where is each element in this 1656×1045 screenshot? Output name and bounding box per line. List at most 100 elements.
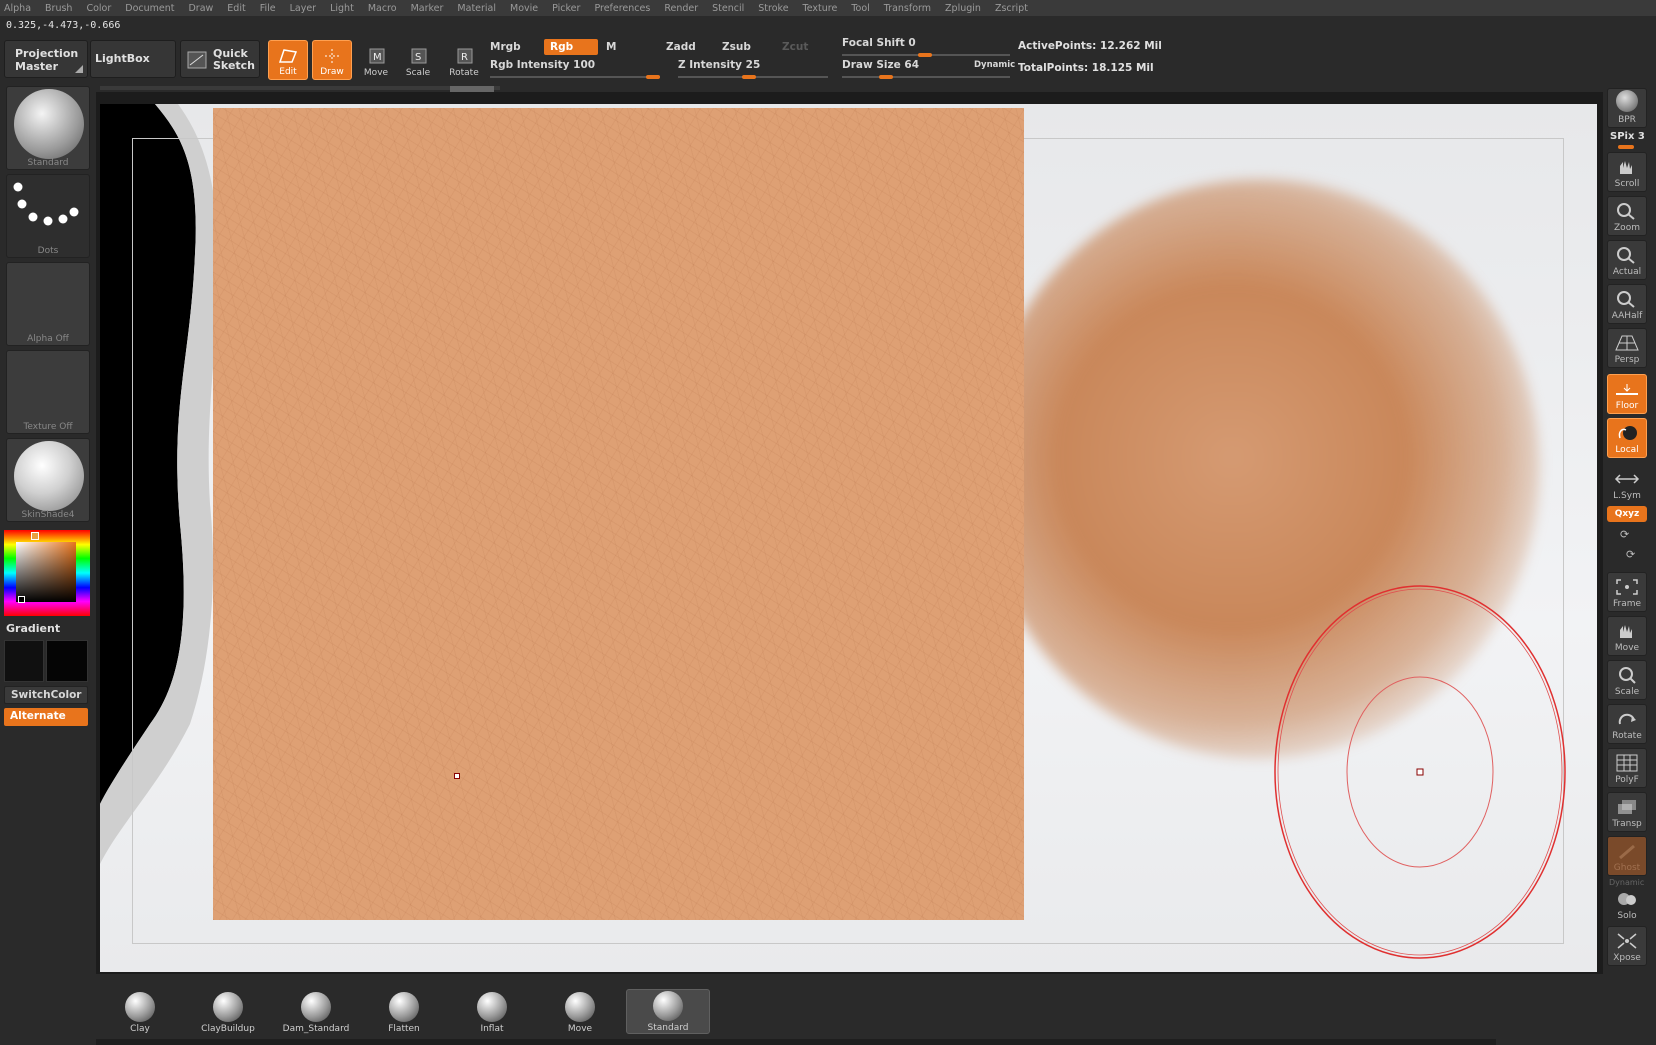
- scroll-button[interactable]: Scroll: [1607, 152, 1647, 192]
- menu-brush[interactable]: Brush: [45, 3, 72, 14]
- menu-color[interactable]: Color: [86, 3, 111, 14]
- texture-slot[interactable]: Texture Off: [6, 350, 90, 434]
- menu-macro[interactable]: Macro: [368, 3, 397, 14]
- bpr-button[interactable]: BPR: [1607, 88, 1647, 128]
- rgb-intensity-slider-label[interactable]: Rgb Intensity 100: [490, 59, 595, 71]
- xpose-button[interactable]: Xpose: [1607, 926, 1647, 966]
- menu-stroke[interactable]: Stroke: [758, 3, 788, 14]
- scale-view-button[interactable]: Scale: [1607, 660, 1647, 700]
- menu-preferences[interactable]: Preferences: [594, 3, 650, 14]
- projection-master-button[interactable]: Projection Master: [4, 40, 88, 78]
- rotate-tool-button[interactable]: R Rotate: [444, 40, 484, 80]
- alpha-slot[interactable]: Alpha Off: [6, 262, 90, 346]
- solo-button[interactable]: Solo: [1607, 884, 1647, 924]
- menu-file[interactable]: File: [260, 3, 276, 14]
- z-intensity-knob[interactable]: [742, 75, 756, 79]
- local-button[interactable]: Local: [1607, 418, 1647, 458]
- zsub-button[interactable]: Zsub: [716, 39, 772, 55]
- lsym-button[interactable]: L.Sym: [1607, 464, 1647, 504]
- draw-size-slider-label[interactable]: Draw Size 64: [842, 59, 919, 71]
- focal-shift-knob[interactable]: [918, 53, 932, 57]
- rgb-intensity-knob[interactable]: [646, 75, 660, 79]
- stroke-slot[interactable]: Dots: [6, 174, 90, 258]
- document-canvas[interactable]: [100, 104, 1597, 972]
- quick-sketch-button[interactable]: Quick Sketch: [180, 40, 260, 78]
- brush-slot[interactable]: Standard: [6, 86, 90, 170]
- frame-button[interactable]: Frame: [1607, 572, 1647, 612]
- move-tool-button[interactable]: M Move: [356, 40, 396, 80]
- switch-color-button[interactable]: SwitchColor: [4, 686, 88, 704]
- menu-draw[interactable]: Draw: [188, 3, 213, 14]
- secondary-color-swatch[interactable]: [46, 640, 88, 682]
- rotate-view-button[interactable]: Rotate: [1607, 704, 1647, 744]
- brush-dam-standard[interactable]: Dam_Standard: [274, 989, 358, 1034]
- rgb-intensity-track[interactable]: [490, 76, 660, 78]
- menu-light[interactable]: Light: [330, 3, 354, 14]
- move-view-label: Move: [1614, 643, 1640, 653]
- main-color-swatch[interactable]: [4, 640, 44, 682]
- brush-clay[interactable]: Clay: [98, 989, 182, 1034]
- draw-size-track[interactable]: [842, 76, 1010, 78]
- persp-button[interactable]: Persp: [1607, 328, 1647, 368]
- zcut-button[interactable]: Zcut: [776, 39, 826, 55]
- skin-texture-square: [213, 108, 1024, 920]
- brush-standard[interactable]: Standard: [626, 989, 710, 1034]
- alternate-button[interactable]: Alternate: [4, 708, 88, 726]
- draw-size-knob[interactable]: [879, 75, 893, 79]
- actual-button[interactable]: Actual: [1607, 240, 1647, 280]
- xyz-button[interactable]: Qxyz: [1607, 506, 1647, 522]
- edit-button[interactable]: Edit: [268, 40, 308, 80]
- brush-flatten[interactable]: Flatten: [362, 989, 446, 1034]
- menu-zplugin[interactable]: Zplugin: [945, 3, 981, 14]
- rotate-y-icon[interactable]: ⟳: [1620, 528, 1629, 541]
- brush-label: Standard: [647, 1023, 689, 1033]
- menu-zscript[interactable]: Zscript: [995, 3, 1028, 14]
- rotate-view-icon: [1618, 713, 1636, 725]
- menu-edit[interactable]: Edit: [227, 3, 245, 14]
- rgb-button[interactable]: Rgb: [544, 39, 598, 55]
- menu-document[interactable]: Document: [125, 3, 174, 14]
- menu-tool[interactable]: Tool: [851, 3, 869, 14]
- aahalf-button[interactable]: AAHalf: [1607, 284, 1647, 324]
- material-slot[interactable]: SkinShade4: [6, 438, 90, 522]
- spix-knob[interactable]: [1618, 145, 1634, 149]
- transp-button[interactable]: Transp: [1607, 792, 1647, 832]
- floor-button[interactable]: Floor: [1607, 374, 1647, 414]
- floor-icon: [1616, 384, 1638, 395]
- z-intensity-slider-label[interactable]: Z Intensity 25: [678, 59, 760, 71]
- lightbox-button[interactable]: LightBox: [90, 40, 176, 78]
- color-picker[interactable]: [4, 530, 90, 616]
- brush-claybuildup[interactable]: ClayBuildup: [186, 989, 270, 1034]
- canvas-scroll-indicator[interactable]: [450, 86, 494, 92]
- menu-render[interactable]: Render: [664, 3, 698, 14]
- menu-picker[interactable]: Picker: [552, 3, 580, 14]
- rotate-z-icon[interactable]: ⟳: [1626, 548, 1635, 561]
- mrgb-button[interactable]: Mrgb: [484, 39, 540, 55]
- zoom-button[interactable]: Zoom: [1607, 196, 1647, 236]
- zadd-button[interactable]: Zadd: [660, 39, 716, 55]
- color-saturation-square[interactable]: [16, 542, 76, 602]
- menu-material[interactable]: Material: [457, 3, 496, 14]
- ghost-button[interactable]: Ghost: [1607, 836, 1647, 876]
- menu-texture[interactable]: Texture: [803, 3, 838, 14]
- menu-layer[interactable]: Layer: [290, 3, 317, 14]
- solo-label: Solo: [1617, 911, 1637, 921]
- brush-inflat[interactable]: Inflat: [450, 989, 534, 1034]
- draw-button[interactable]: Draw: [312, 40, 352, 80]
- m-button[interactable]: M: [600, 39, 654, 55]
- dam-standard-brush-icon: [301, 992, 331, 1022]
- brush-label: Flatten: [388, 1024, 420, 1034]
- menu-alpha[interactable]: Alpha: [4, 3, 31, 14]
- polyf-button[interactable]: PolyF: [1607, 748, 1647, 788]
- dynamic-toggle[interactable]: Dynamic: [974, 60, 1015, 70]
- menu-marker[interactable]: Marker: [411, 3, 444, 14]
- menu-transform[interactable]: Transform: [884, 3, 931, 14]
- menu-stencil[interactable]: Stencil: [712, 3, 744, 14]
- scale-tool-button[interactable]: S Scale: [398, 40, 438, 80]
- frame-label: Frame: [1612, 599, 1642, 609]
- spix-slider[interactable]: SPix 3: [1610, 131, 1645, 142]
- focal-shift-slider-label[interactable]: Focal Shift 0: [842, 37, 916, 49]
- menu-movie[interactable]: Movie: [510, 3, 538, 14]
- brush-move[interactable]: Move: [538, 989, 622, 1034]
- move-view-button[interactable]: Move: [1607, 616, 1647, 656]
